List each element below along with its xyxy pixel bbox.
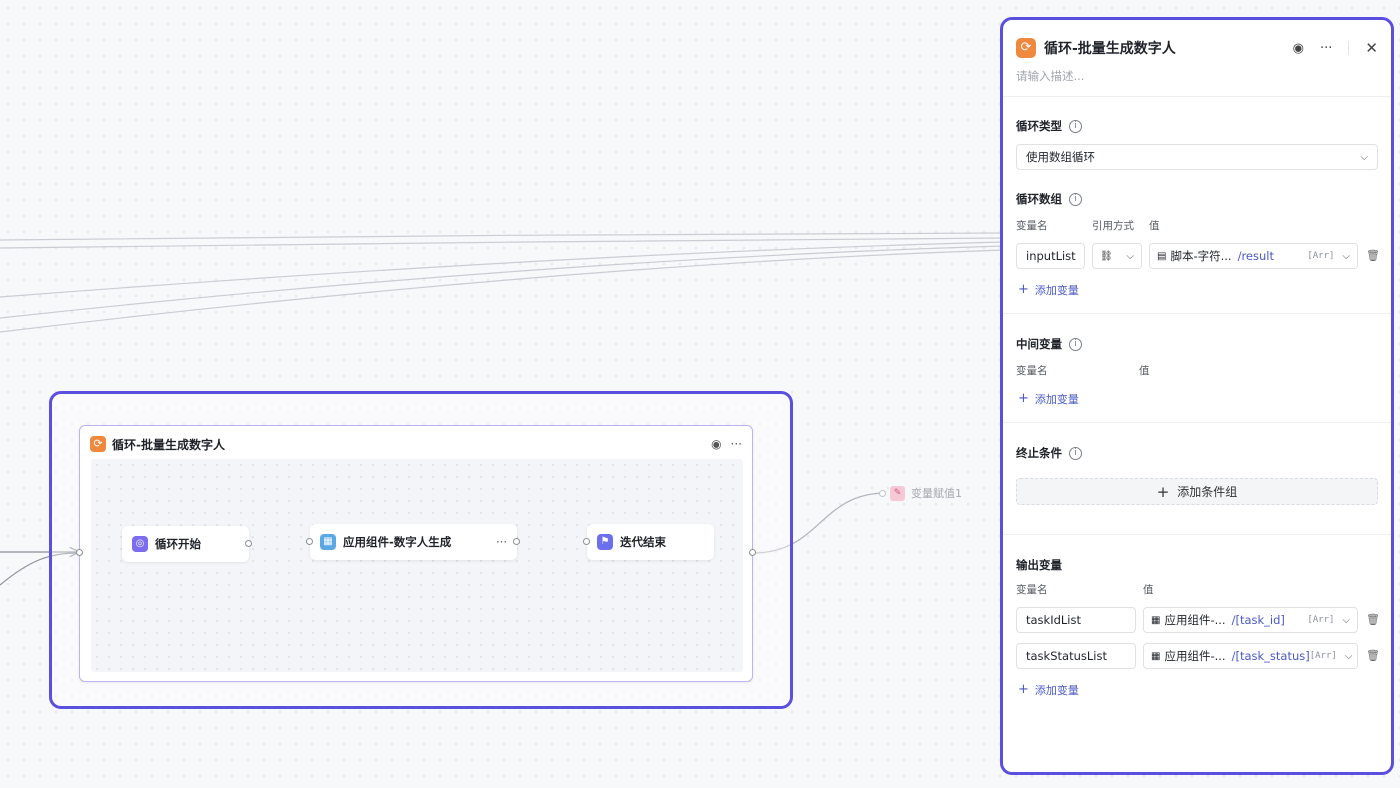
- node-label: 迭代结束: [620, 535, 666, 549]
- divider: [1003, 534, 1391, 535]
- description-input[interactable]: 请输入描述...: [1016, 68, 1084, 84]
- loop-output-port[interactable]: [749, 549, 756, 556]
- output-variable-name-input[interactable]: taskStatusList: [1016, 643, 1136, 669]
- script-icon: ▤: [1157, 250, 1167, 262]
- component-output-port[interactable]: [513, 538, 520, 545]
- panel-title: 循环-批量生成数字人: [1044, 41, 1176, 57]
- assign-input-port[interactable]: [879, 490, 886, 497]
- loop-input-port[interactable]: [76, 549, 83, 556]
- plus-icon: +: [1156, 482, 1170, 501]
- node-loop-start[interactable]: ◎ 循环开始: [122, 526, 249, 562]
- stop-condition-label: 终止条件 i: [1016, 445, 1082, 461]
- col-header-value: 值: [1149, 220, 1160, 232]
- component-input-port[interactable]: [306, 538, 313, 545]
- loop-icon: ⟳: [90, 436, 106, 452]
- delete-icon[interactable]: 🗑: [1366, 649, 1380, 662]
- flag-icon: ⚑: [597, 534, 613, 550]
- divider: [1003, 313, 1391, 314]
- add-variable-button[interactable]: + 添加变量: [1018, 391, 1079, 407]
- loop-node-title: 循环-批量生成数字人: [112, 437, 225, 452]
- panel-header: ⟳ 循环-批量生成数字人 ◉ ··· ✕: [1016, 37, 1378, 59]
- link-icon: ⛓: [1100, 250, 1113, 262]
- edge: [0, 241, 1005, 298]
- add-condition-group-button[interactable]: + 添加条件组: [1016, 478, 1378, 505]
- more-icon[interactable]: ···: [1320, 41, 1332, 56]
- output-value-select[interactable]: ▦ 应用组件-... /[task_id] [Arr] ⌵: [1143, 607, 1358, 633]
- plus-icon: +: [1018, 682, 1029, 697]
- edge: [0, 249, 1005, 333]
- chevron-down-icon: ⌵: [1342, 250, 1350, 262]
- col-header-ref: 引用方式: [1092, 220, 1134, 232]
- run-icon[interactable]: ◉: [711, 437, 721, 451]
- variable-name-input[interactable]: inputList: [1016, 243, 1085, 269]
- node-component[interactable]: ▦ 应用组件-数字人生成 ···: [310, 524, 517, 560]
- more-icon[interactable]: ···: [731, 437, 742, 451]
- add-variable-button[interactable]: + 添加变量: [1018, 682, 1079, 698]
- start-output-port[interactable]: [245, 540, 252, 547]
- node-iteration-end[interactable]: ⚑ 迭代结束: [587, 524, 714, 560]
- info-icon[interactable]: i: [1069, 192, 1082, 206]
- chevron-down-icon: ⌵: [1126, 250, 1134, 262]
- component-icon: ▦: [320, 534, 336, 550]
- output-value-select[interactable]: ▦ 应用组件-... /[task_status] [Arr] ⌵: [1143, 643, 1358, 669]
- node-config-panel: ⟳ 循环-批量生成数字人 ◉ ··· ✕ 请输入描述... 循环类型 i 使用数组…: [1000, 17, 1394, 775]
- loop-icon: ⟳: [1016, 38, 1036, 58]
- col-header-var: 变量名: [1016, 365, 1048, 377]
- more-icon[interactable]: ···: [496, 535, 507, 549]
- col-header-value: 值: [1143, 584, 1154, 596]
- middle-vars-label: 中间变量 i: [1016, 336, 1082, 352]
- loop-body-canvas[interactable]: [91, 459, 743, 672]
- run-icon[interactable]: ◉: [1293, 41, 1304, 56]
- node-label: 应用组件-数字人生成: [343, 535, 452, 549]
- assign-icon: ✎: [890, 485, 905, 501]
- loop-type-value: 使用数组循环: [1026, 150, 1095, 164]
- loop-node-header: ⟳ 循环-批量生成数字人 ◉ ···: [90, 436, 742, 452]
- col-header-value: 值: [1139, 365, 1150, 377]
- delete-icon[interactable]: 🗑: [1366, 249, 1380, 262]
- end-input-port[interactable]: [583, 538, 590, 545]
- value-reference-select[interactable]: ▤ 脚本-字符... /result [Arr] ⌵: [1149, 243, 1358, 269]
- divider: [1003, 96, 1391, 97]
- chevron-down-icon: ⌵: [1360, 151, 1368, 163]
- output-variable-name-input[interactable]: taskIdList: [1016, 607, 1136, 633]
- node-label: 变量赋值1: [911, 487, 962, 500]
- close-icon[interactable]: ✕: [1365, 39, 1378, 57]
- col-header-var: 变量名: [1016, 220, 1048, 232]
- add-variable-button[interactable]: + 添加变量: [1018, 282, 1079, 298]
- chevron-down-icon: ⌵: [1342, 614, 1350, 626]
- component-icon: ▦: [1151, 614, 1161, 626]
- plus-icon: +: [1018, 282, 1029, 297]
- node-label: 循环开始: [155, 537, 201, 551]
- node-variable-assign[interactable]: ✎ 变量赋值1: [890, 482, 1000, 504]
- info-icon[interactable]: i: [1069, 119, 1082, 133]
- divider: [1348, 41, 1350, 55]
- delete-icon[interactable]: 🗑: [1366, 613, 1380, 626]
- info-icon[interactable]: i: [1069, 446, 1082, 460]
- chevron-down-icon: ⌵: [1344, 650, 1353, 662]
- plus-icon: +: [1018, 391, 1029, 406]
- ref-mode-select[interactable]: ⛓ ⌵: [1092, 243, 1142, 269]
- divider: [1003, 422, 1391, 423]
- loop-start-icon: ◎: [132, 536, 148, 552]
- output-vars-label: 输出变量: [1016, 558, 1062, 572]
- component-icon: ▦: [1151, 650, 1161, 662]
- loop-type-select[interactable]: 使用数组循环 ⌵: [1016, 144, 1378, 170]
- loop-array-label: 循环数组 i: [1016, 191, 1082, 207]
- col-header-var: 变量名: [1016, 584, 1048, 596]
- loop-type-label: 循环类型 i: [1016, 118, 1082, 134]
- info-icon[interactable]: i: [1069, 337, 1082, 351]
